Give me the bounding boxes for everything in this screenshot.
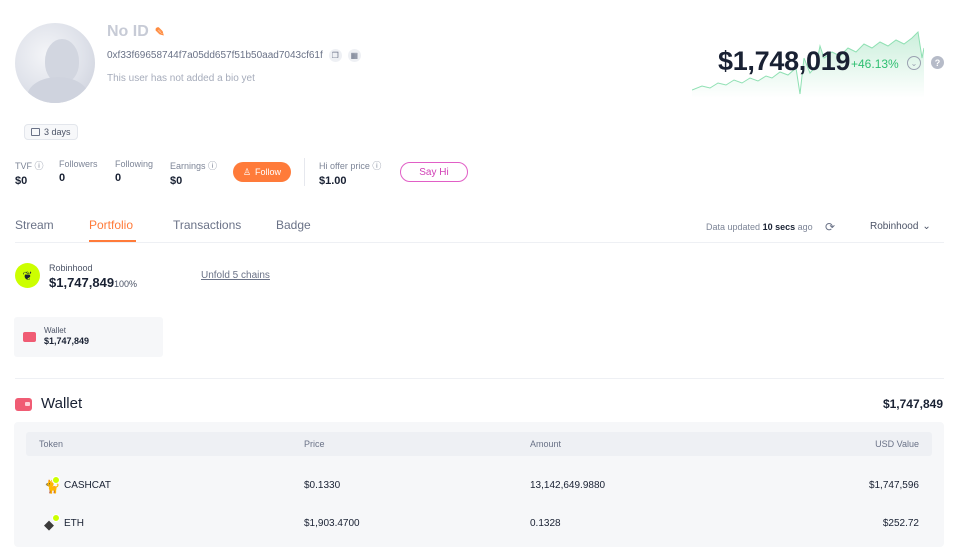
info-icon[interactable]: ⓘ (208, 161, 217, 171)
column-header-usd-value: USD Value (875, 439, 919, 449)
info-icon[interactable]: ⓘ (35, 161, 44, 171)
wallet-icon (23, 332, 36, 342)
token-usd-value: $252.72 (882, 518, 919, 529)
username-text: No ID (107, 23, 149, 40)
refresh-icon[interactable]: ⟳ (825, 220, 835, 234)
section-divider (15, 378, 944, 379)
table-row[interactable]: 🐈 CASHCAT $0.1330 13,142,649.9880 $1,747… (26, 466, 932, 506)
stat-tvf-value: $0 (15, 175, 28, 187)
tab-stream[interactable]: Stream (15, 218, 54, 232)
avatar (15, 23, 95, 103)
tabs-divider (15, 242, 944, 243)
tab-transactions[interactable]: Transactions (173, 218, 241, 232)
token-symbol: ETH (64, 518, 84, 529)
stat-earnings: Earnings ⓘ $0 (170, 159, 217, 187)
column-header-price: Price (304, 439, 325, 449)
tab-portfolio[interactable]: Portfolio (89, 218, 133, 232)
stat-earnings-label: Earnings (170, 161, 206, 171)
bio-text: This user has not added a bio yet (107, 73, 255, 84)
stat-followers-value: 0 (59, 172, 66, 184)
column-header-token: Token (39, 439, 64, 449)
chain-dropdown[interactable]: Robinhood ⌄ (870, 221, 931, 232)
stat-hi-offer-value: $1.00 (319, 175, 347, 187)
chain-percent: 100% (114, 279, 138, 289)
info-icon[interactable]: ⓘ (372, 161, 381, 171)
tab-badge[interactable]: Badge (276, 218, 311, 232)
stat-following[interactable]: Following 0 (115, 159, 153, 184)
stat-following-label: Following (115, 159, 154, 169)
robinhood-chain-icon: ❦ (15, 263, 40, 288)
stat-following-value: 0 (115, 172, 122, 184)
username: No ID ✎ (107, 23, 165, 41)
stat-followers-label: Followers (59, 159, 98, 169)
chevron-down-icon: ⌄ (922, 221, 931, 232)
table-header: Token Price Amount USD Value (26, 432, 932, 456)
data-updated-time: 10 secs (762, 222, 796, 232)
qr-code-icon[interactable]: ▦ (347, 49, 361, 62)
wallet-card-value: $1,747,849 (44, 336, 90, 346)
token-amount: 0.1328 (530, 518, 561, 529)
net-worth-change: +46.13% (851, 57, 899, 71)
cashcat-token-icon: 🐈 (44, 476, 60, 494)
edit-pencil-icon[interactable]: ✎ (155, 25, 165, 39)
wallet-address: 0xf33f69658744f7a05dd657f51b50aad7043cf6… (107, 49, 361, 62)
stat-earnings-value: $0 (170, 175, 183, 187)
stat-hi-offer: Hi offer price ⓘ $1.00 (319, 159, 381, 187)
wallet-section-title: Wallet (41, 395, 83, 412)
chevron-down-circle-icon[interactable]: ⌄ (907, 56, 921, 70)
copy-icon[interactable]: ❐ (328, 49, 342, 62)
chain-value: $1,747,849 (49, 275, 115, 290)
wallet-section-total: $1,747,849 (882, 397, 943, 411)
calendar-icon (31, 128, 40, 136)
eth-token-icon: ◆ (44, 514, 60, 532)
user-icon: ♙ (242, 166, 252, 177)
wallet-card-name: Wallet (44, 326, 66, 335)
stat-hi-offer-label: Hi offer price (319, 161, 370, 171)
stat-tvf: TVF ⓘ $0 (15, 159, 44, 187)
unfold-chains-link[interactable]: Unfold 5 chains (201, 270, 270, 281)
token-price: $0.1330 (304, 480, 341, 491)
net-worth-value: $1,748,019 (718, 46, 851, 76)
wallet-icon (15, 398, 32, 411)
token-amount: 13,142,649.9880 (530, 480, 606, 491)
chain-name: Robinhood (49, 263, 93, 273)
chain-dropdown-value: Robinhood (870, 221, 919, 232)
table-row[interactable]: ◆ ETH $1,903.4700 0.1328 $252.72 (26, 504, 932, 544)
column-header-amount: Amount (530, 439, 562, 449)
help-icon[interactable]: ? (931, 56, 944, 69)
stats-divider (304, 158, 305, 186)
follow-button[interactable]: ♙ Follow (233, 162, 291, 182)
account-age-text: 3 days (44, 127, 71, 137)
wallet-token-table: Token Price Amount USD Value 🐈 CASHCAT $… (14, 422, 944, 547)
token-symbol: CASHCAT (64, 480, 112, 491)
say-hi-button[interactable]: Say Hi (400, 162, 468, 182)
address-text: 0xf33f69658744f7a05dd657f51b50aad7043cf6… (107, 50, 323, 61)
follow-label: Follow (255, 167, 282, 177)
data-updated-prefix: Data updated (706, 222, 761, 232)
token-price: $1,903.4700 (304, 518, 360, 529)
data-updated-suffix: ago (797, 222, 813, 232)
stat-tvf-label: TVF (15, 161, 32, 171)
token-usd-value: $1,747,596 (868, 480, 919, 491)
data-updated-status: Data updated 10 secs ago (706, 222, 813, 232)
stat-followers[interactable]: Followers 0 (59, 159, 98, 184)
account-age-badge: 3 days (24, 124, 78, 140)
wallet-protocol-card[interactable]: Wallet $1,747,849 (14, 317, 163, 357)
